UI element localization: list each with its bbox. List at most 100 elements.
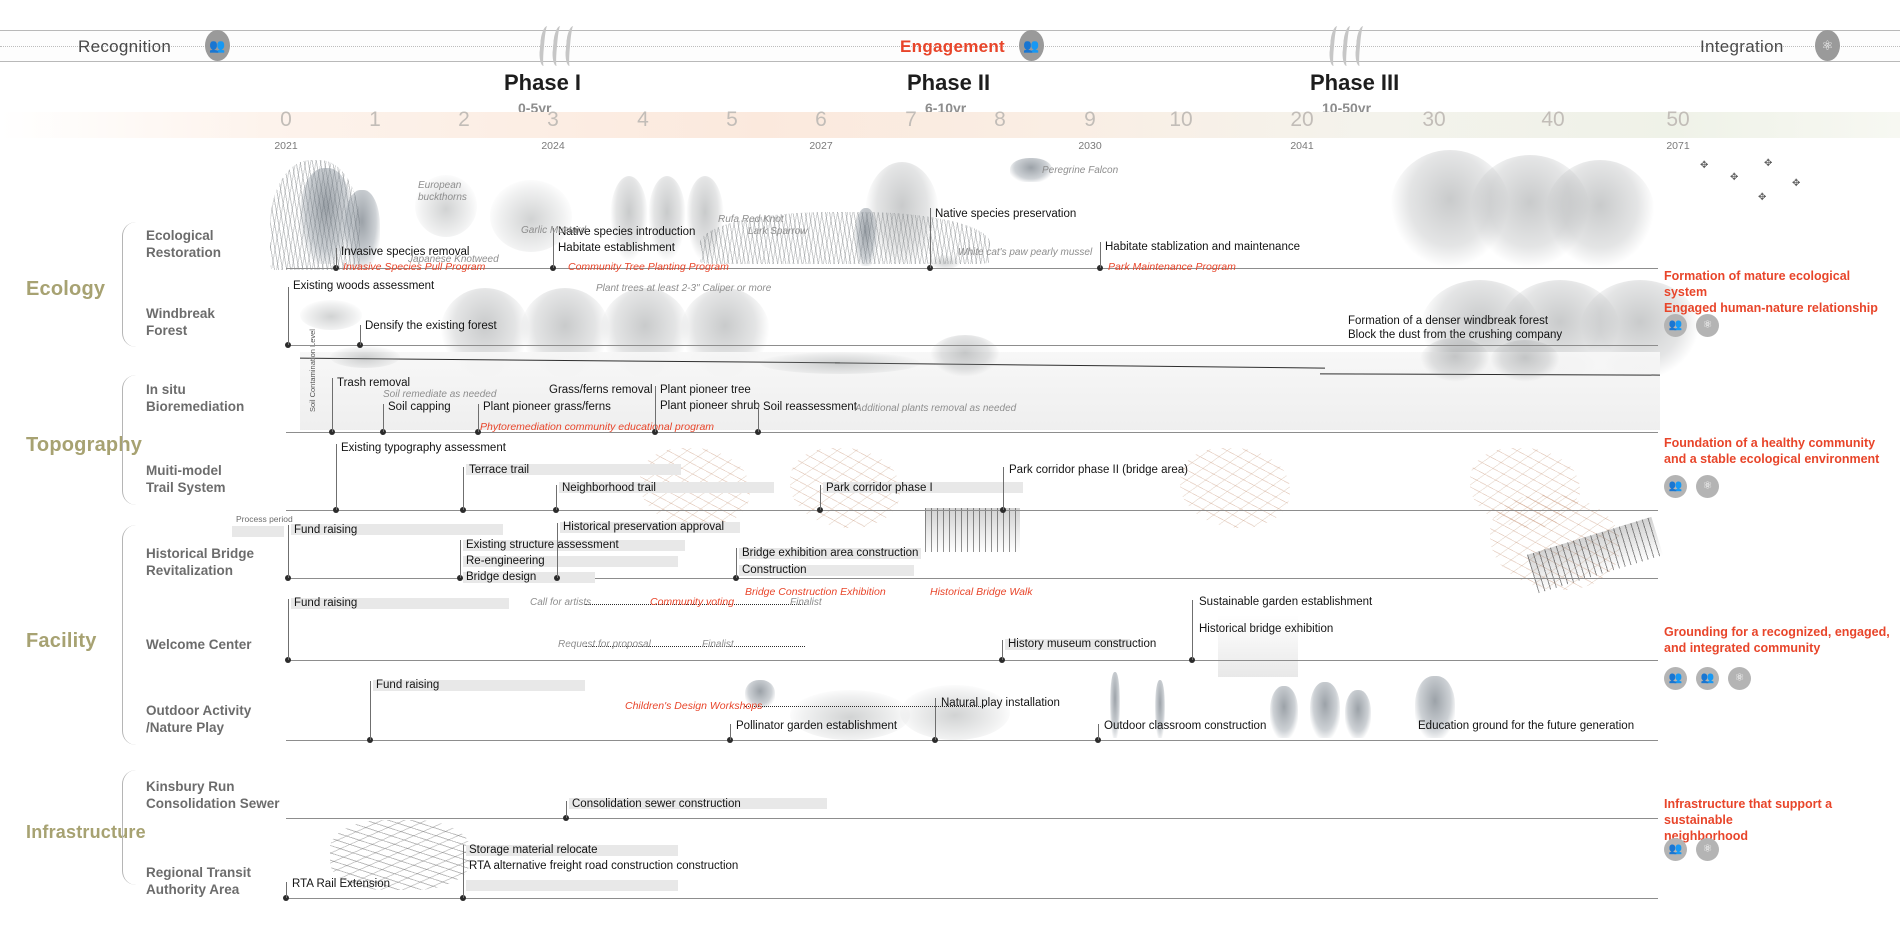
event-leader-line [288, 525, 289, 578]
event-leader-line [463, 845, 464, 898]
event-existing-structure-assessment: Existing structure assessment [466, 539, 619, 551]
event-plant-pioneer-tree: Plant pioneer tree [660, 384, 751, 396]
bird-icon: ✥ [1730, 172, 1739, 183]
event-existing-woods-assessment: Existing woods assessment [293, 280, 435, 292]
event-leader-line [360, 325, 361, 345]
category-ecology: Ecology [26, 278, 106, 300]
event-bridge-design: Bridge design [466, 571, 537, 583]
event-welcome-center-fund-raising: Fund raising [294, 597, 358, 609]
row-label-transit: Regional Transit Authority Area [146, 865, 252, 897]
row-label-outdoor-activity: Outdoor Activity/Nature Play [146, 703, 252, 735]
ruler-tick: 2 [458, 108, 470, 131]
species-european-buckthorns-2: buckthorns [418, 192, 467, 203]
event-leader-line [556, 485, 557, 510]
ruler-tick: 9 [1084, 108, 1096, 131]
event-natural-play-installation: Natural play installation [941, 697, 1060, 709]
event-denser-windbreak-forest: Formation of a denser windbreak forest [1348, 315, 1549, 327]
ruler-year: 2024 [541, 140, 565, 152]
child-illustration [1310, 682, 1340, 738]
forest-tree-illustration [440, 288, 530, 378]
event-habitate-stabilization: Habitate stablization and maintenance [1105, 241, 1300, 253]
community-icon: ⚛ [1728, 667, 1751, 690]
category-facility: Facility [26, 630, 97, 652]
event-leader-line [370, 681, 371, 740]
event-leader-line [288, 287, 289, 345]
ruler-tick: 3 [547, 108, 559, 131]
ruler-tick: 4 [637, 108, 649, 131]
outcome-facility: Grounding for a recognized, engaged, and … [1664, 625, 1890, 655]
event-leader-line [1098, 724, 1099, 740]
event-consolidation-sewer-construction: Consolidation sewer construction [572, 798, 741, 810]
pollinator-garden-illustration [900, 685, 1010, 740]
event-outdoor-fund-raising: Fund raising [376, 679, 440, 691]
event-outdoor-classroom-construction: Outdoor classroom construction [1104, 720, 1267, 732]
label-process-period: Process period [236, 514, 293, 524]
phasing-timeline-diagram: Recognition 👥 Engagement 👥 Integration ⚛… [0, 0, 1900, 927]
event-rta-alternative-freight-road: RTA alternative freight road constructio… [469, 860, 739, 872]
species-lark-sparrow: Lark Sparrow [748, 226, 808, 237]
program-community-tree-planting: Community Tree Planting Program [568, 261, 729, 273]
outcome-ecology: Formation of mature ecological system Eng… [1664, 269, 1878, 315]
baseline-welcome-center [286, 660, 1658, 661]
event-leader-line [655, 386, 656, 432]
ruler-tick: 7 [905, 108, 917, 131]
event-leader-line [1100, 242, 1101, 268]
category-brace-infrastructure [122, 770, 136, 885]
row-label-welcome-center: Welcome Center [146, 637, 252, 652]
outcome-badges-infrastructure: 👥 ⚛ [1664, 838, 1719, 861]
ruler-tick: 1 [369, 108, 381, 131]
program-phytoremediation-education: Phytoremediation community educational p… [480, 421, 715, 433]
ruler-year: 2071 [1666, 140, 1690, 152]
species-rufa-red-knot: Rufa Red Knot [718, 214, 784, 225]
ruler-tick: 40 [1541, 108, 1565, 131]
mature-tree-illustration [1390, 150, 1510, 268]
species-white-cats-paw-mussel: White cat's paw pearly mussel [958, 247, 1093, 258]
event-leader-line [935, 698, 936, 740]
people-icon: 👥 [205, 30, 230, 61]
note-soil-remediate-as-needed: Soil remediate as needed [383, 389, 497, 400]
bridge-sketch [925, 508, 1020, 552]
note-call-for-artists: Call for artists [530, 597, 592, 608]
event-leader-line [1003, 467, 1004, 510]
event-plant-pioneer-grass-ferns: Plant pioneer grass/ferns [483, 401, 611, 413]
people-icon: 👥 [1664, 314, 1687, 337]
phase-title-2: Phase II [907, 70, 991, 95]
event-plant-pioneer-shrub: Plant pioneer shrub [660, 400, 760, 412]
people-icon: 👥 [1664, 475, 1687, 498]
event-native-species-preservation: Native species preservation [935, 208, 1077, 220]
stage-label-recognition: Recognition [78, 37, 172, 56]
program-childrens-design-workshops: Children's Design Workshops [625, 700, 763, 712]
heron-illustration [855, 208, 877, 266]
event-storage-material-relocate: Storage material relocate [469, 844, 598, 856]
ruler-year: 2021 [274, 140, 298, 152]
event-history-museum-construction: History museum construction [1008, 638, 1157, 650]
event-leader-line [336, 248, 337, 268]
people-icon: 👥 [1664, 838, 1687, 861]
row-label-windbreak-forest: Windbreak Forest [146, 306, 215, 338]
forest-tree-illustration [680, 288, 770, 378]
event-park-corridor-phase-1: Park corridor phase I [826, 482, 933, 494]
row-label-trail-system: Muiti-model Trail System [146, 463, 226, 495]
process-period-bar [232, 526, 284, 537]
ruler-tick: 30 [1422, 108, 1446, 131]
species-japanese-knotweed: Japanese Knotweed [408, 254, 499, 265]
event-leader-line [1002, 640, 1003, 660]
event-block-dust: Block the dust from the crushing company [1348, 329, 1563, 341]
note-finalist-1: Finalist [790, 597, 822, 608]
duration-bar [466, 880, 678, 891]
event-leader-line [478, 404, 479, 432]
event-leader-line [332, 378, 333, 432]
outcome-topography: Foundation of a healthy community and a s… [1664, 436, 1880, 466]
event-leader-line [930, 208, 931, 268]
event-leader-line [557, 523, 558, 578]
event-habitate-establishment: Habitate establishment [558, 242, 675, 254]
baseline-trail-system [286, 510, 1658, 511]
mature-tree-illustration [1545, 160, 1655, 268]
ruler-tick: 5 [726, 108, 738, 131]
ruler-tick: 6 [815, 108, 827, 131]
people-icon: 👥 [1664, 667, 1687, 690]
pioneer-tree-illustration [930, 335, 1000, 377]
event-leader-line [288, 599, 289, 660]
event-park-corridor-phase-2: Park corridor phase II (bridge area) [1009, 464, 1188, 476]
note-request-for-proposal: Request for proposal [558, 639, 651, 650]
